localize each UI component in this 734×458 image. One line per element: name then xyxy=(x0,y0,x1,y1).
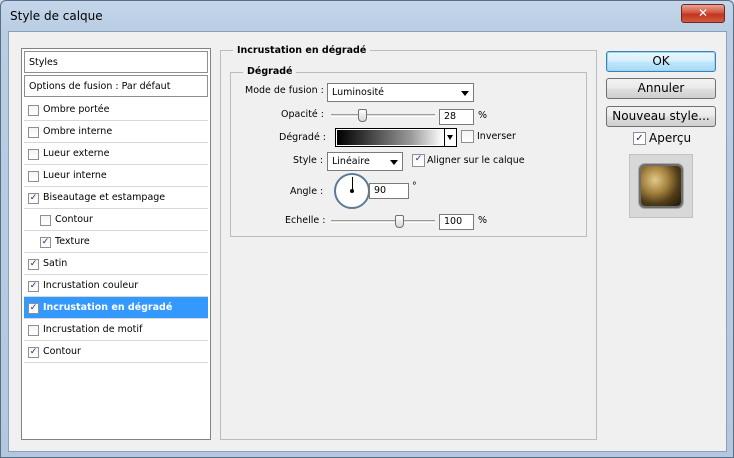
scale-slider-thumb[interactable] xyxy=(394,215,404,228)
gradient-label: Dégradé : xyxy=(279,132,327,143)
layer-style-dialog: Style de calque ✕ Styles Options de fusi… xyxy=(0,0,734,458)
style-item[interactable]: Incrustation de motif xyxy=(24,319,208,341)
style-item[interactable]: Ombre portée xyxy=(24,99,208,121)
style-item[interactable]: ✓ Incrustation en dégradé xyxy=(24,297,208,319)
style-item-checkbox[interactable]: ✓ xyxy=(28,347,39,358)
style-item-checkbox[interactable] xyxy=(28,149,39,160)
new-style-button[interactable]: Nouveau style... xyxy=(606,106,716,127)
style-item[interactable]: ✓ Satin xyxy=(24,253,208,275)
style-item[interactable]: ✓ Incrustation couleur xyxy=(24,275,208,297)
style-item-label: Incrustation de motif xyxy=(43,324,143,335)
styles-header[interactable]: Styles xyxy=(24,51,208,73)
style-item-checkbox[interactable]: ✓ xyxy=(28,303,39,314)
style-item-checkbox[interactable] xyxy=(28,325,39,336)
style-item[interactable]: ✓ Biseautage et estampage xyxy=(24,187,208,209)
cancel-button[interactable]: Annuler xyxy=(606,78,716,99)
style-item-label: Biseautage et estampage xyxy=(43,192,166,203)
close-button[interactable]: ✕ xyxy=(681,4,725,23)
style-item[interactable]: Ombre interne xyxy=(24,121,208,143)
style-item[interactable]: ✓ Contour xyxy=(24,341,208,363)
gradient-style-select[interactable]: Linéaire xyxy=(327,152,403,171)
preview-label: Aperçu xyxy=(649,131,692,145)
scale-slider-track[interactable] xyxy=(331,220,435,223)
style-item-checkbox[interactable] xyxy=(40,215,51,226)
style-item-label: Incrustation couleur xyxy=(43,280,139,291)
style-item[interactable]: ✓ Texture xyxy=(24,231,208,253)
gradient-picker[interactable] xyxy=(335,128,457,147)
angle-unit: ° xyxy=(412,181,417,192)
style-item-checkbox[interactable] xyxy=(28,105,39,116)
style-item-label: Contour xyxy=(55,214,93,225)
styles-header-label: Styles xyxy=(29,57,58,68)
style-preview xyxy=(629,154,693,218)
style-item-checkbox[interactable]: ✓ xyxy=(28,259,39,270)
scale-unit: % xyxy=(478,215,488,226)
dialog-client-area: Styles Options de fusion : Par défaut Om… xyxy=(8,31,727,452)
style-item-label: Ombre portée xyxy=(43,104,110,115)
gradient-style-value: Linéaire xyxy=(332,156,370,167)
styles-list: Styles Options de fusion : Par défaut Om… xyxy=(21,48,211,440)
gradient-preview[interactable] xyxy=(337,130,443,145)
title-bar[interactable]: Style de calque ✕ xyxy=(1,1,733,31)
style-item-label: Texture xyxy=(55,236,90,247)
style-item[interactable]: Lueur interne xyxy=(24,165,208,187)
chevron-down-icon xyxy=(390,160,398,165)
style-item-label: Ombre interne xyxy=(43,126,113,137)
align-with-layer-label: Aligner sur le calque xyxy=(427,155,525,166)
chevron-down-icon xyxy=(447,135,453,140)
style-item[interactable]: Lueur externe xyxy=(24,143,208,165)
scale-input[interactable]: 100 xyxy=(439,214,474,230)
style-item-label: Satin xyxy=(43,258,68,269)
style-item[interactable]: Contour xyxy=(24,209,208,231)
align-with-layer-checkbox[interactable]: ✓ xyxy=(412,154,425,167)
gradient-dropdown-button[interactable] xyxy=(444,129,456,146)
style-item-label: Incrustation en dégradé xyxy=(43,302,173,313)
gradient-subgroup-title: Dégradé xyxy=(243,66,297,77)
style-preview-swatch xyxy=(641,166,681,206)
style-item-label: Contour xyxy=(43,346,81,357)
style-item-checkbox[interactable]: ✓ xyxy=(28,193,39,204)
style-item-checkbox[interactable]: ✓ xyxy=(28,281,39,292)
style-item-checkbox[interactable] xyxy=(28,171,39,182)
opacity-input[interactable]: 28 xyxy=(439,109,474,125)
ok-button[interactable]: OK xyxy=(606,51,716,72)
gradient-overlay-group-title: Incrustation en dégradé xyxy=(233,45,371,56)
blend-mode-label: Mode de fusion : xyxy=(245,85,324,96)
blending-options-item[interactable]: Options de fusion : Par défaut xyxy=(24,75,208,97)
preview-checkbox[interactable]: ✓ xyxy=(633,132,646,145)
opacity-slider-thumb[interactable] xyxy=(357,109,367,122)
window-title: Style de calque xyxy=(10,9,103,23)
angle-label: Angle : xyxy=(290,186,324,197)
style-item-checkbox[interactable] xyxy=(28,127,39,138)
blending-options-label: Options de fusion : Par défaut xyxy=(29,81,171,92)
reverse-checkbox[interactable] xyxy=(461,130,474,143)
reverse-label: Inverser xyxy=(477,131,516,142)
angle-dial-center xyxy=(350,189,354,193)
opacity-label: Opacité : xyxy=(281,109,324,120)
chevron-down-icon xyxy=(461,91,469,96)
opacity-slider-track[interactable] xyxy=(331,114,435,117)
blend-mode-select[interactable]: Luminosité xyxy=(327,83,474,102)
style-label: Style : xyxy=(293,155,324,166)
blend-mode-value: Luminosité xyxy=(332,87,385,98)
style-item-label: Lueur interne xyxy=(43,170,107,181)
style-item-checkbox[interactable]: ✓ xyxy=(40,237,51,248)
style-item-label: Lueur externe xyxy=(43,148,110,159)
scale-label: Echelle : xyxy=(285,215,326,226)
angle-dial[interactable] xyxy=(334,173,370,209)
opacity-unit: % xyxy=(478,110,488,121)
angle-input[interactable]: 90 xyxy=(369,183,409,199)
